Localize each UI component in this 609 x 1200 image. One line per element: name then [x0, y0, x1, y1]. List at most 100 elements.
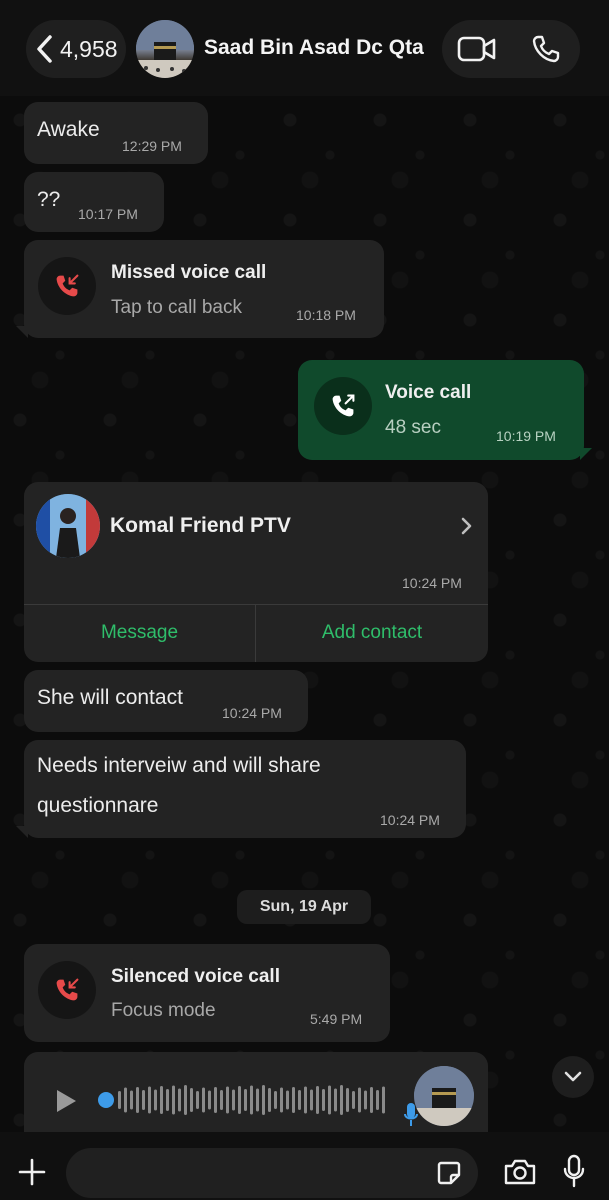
waveform-bar: [322, 1089, 325, 1111]
waveform-bar: [160, 1086, 163, 1114]
sticker-icon: [437, 1161, 461, 1185]
waveform-bar: [340, 1085, 343, 1115]
waveform-bar: [370, 1087, 373, 1113]
voice-waveform[interactable]: [96, 1080, 386, 1120]
voice-call-icon: [532, 35, 559, 63]
message-time: 10:24 PM: [222, 705, 282, 721]
video-call-button[interactable]: [442, 20, 511, 78]
voice-note-sender-avatar: [414, 1066, 474, 1126]
waveform-bar: [130, 1090, 133, 1110]
call-title: Voice call: [385, 382, 472, 403]
waveform-bar: [184, 1085, 187, 1115]
waveform-bar: [166, 1089, 169, 1111]
incoming-message[interactable]: Needs interveiw and will share questionn…: [24, 740, 466, 838]
waveform-bar: [292, 1087, 295, 1113]
incoming-message[interactable]: ?? 10:17 PM: [24, 172, 164, 232]
message-input[interactable]: [66, 1148, 478, 1198]
incoming-message[interactable]: Awake 12:29 PM: [24, 102, 208, 164]
waveform-bar: [196, 1091, 199, 1109]
message-text: She will contact: [37, 686, 183, 709]
call-title: Missed voice call: [111, 262, 267, 283]
contact-avatar[interactable]: [136, 20, 194, 78]
waveform-bar: [208, 1090, 211, 1110]
waveform-bar: [280, 1087, 283, 1113]
avatar-image: [136, 20, 194, 78]
waveform-bar: [316, 1086, 319, 1114]
bubble-tail: [580, 448, 592, 460]
chevron-left-icon: [37, 35, 52, 63]
avatar-image: [414, 1066, 474, 1126]
scroll-to-bottom-button[interactable]: [552, 1056, 594, 1098]
waveform-bar: [232, 1089, 235, 1111]
waveform-bar: [148, 1086, 151, 1114]
incoming-message[interactable]: She will contact 10:24 PM: [24, 670, 308, 732]
back-button[interactable]: 4,958: [26, 20, 126, 78]
camera-icon: [504, 1159, 536, 1185]
missed-call-message[interactable]: Missed voice call Tap to call back 10:18…: [24, 240, 384, 338]
message-time: 10:24 PM: [380, 812, 440, 828]
contact-name[interactable]: Saad Bin Asad Dc Qta: [204, 36, 424, 60]
bubble-tail: [16, 326, 28, 338]
waveform-bar: [154, 1089, 157, 1111]
chevron-down-icon: [564, 1071, 582, 1082]
call-actions: [442, 20, 580, 78]
unread-count: 4,958: [60, 35, 118, 62]
avatar-image: [36, 494, 100, 558]
message-text: ??: [37, 188, 61, 211]
message-time: 10:24 PM: [402, 575, 462, 591]
outgoing-call-message[interactable]: Voice call 48 sec 10:19 PM: [298, 360, 584, 460]
waveform-bar: [376, 1090, 379, 1110]
waveform-bar: [244, 1089, 247, 1111]
call-subtitle: Tap to call back: [111, 297, 242, 318]
waveform-bar: [124, 1087, 127, 1113]
bubble-tail: [16, 826, 28, 838]
message-contact-button[interactable]: Message: [24, 604, 255, 662]
waveform-bar: [178, 1088, 181, 1112]
camera-button[interactable]: [500, 1152, 540, 1192]
waveform-bar: [286, 1090, 289, 1110]
waveform-bar: [136, 1087, 139, 1113]
call-title: Silenced voice call: [111, 966, 280, 987]
waveform-bar: [220, 1090, 223, 1110]
play-icon[interactable]: [54, 1088, 78, 1114]
voice-record-button[interactable]: [556, 1150, 592, 1192]
waveform-bar: [346, 1088, 349, 1112]
waveform-bar: [298, 1090, 301, 1110]
waveform-bar: [310, 1089, 313, 1111]
silenced-call-message[interactable]: Silenced voice call Focus mode 5:49 PM: [24, 944, 390, 1042]
waveform-bar: [262, 1085, 265, 1115]
attach-button[interactable]: [14, 1154, 50, 1190]
waveform-bar: [274, 1091, 277, 1109]
message-time: 5:49 PM: [310, 1011, 363, 1027]
waveform-bar: [358, 1087, 361, 1113]
voice-note-message[interactable]: [24, 1052, 488, 1132]
waveform-bar: [256, 1088, 259, 1112]
waveform-bar: [190, 1088, 193, 1112]
waveform-bar: [118, 1091, 121, 1109]
chat-header: 4,958 Saad Bin Asad Dc Qta: [0, 0, 609, 96]
shared-contact-avatar[interactable]: [36, 494, 100, 558]
chevron-right-icon[interactable]: [460, 516, 474, 536]
message-time: 10:18 PM: [296, 307, 356, 323]
video-call-icon: [457, 36, 495, 62]
voice-call-button[interactable]: [511, 20, 580, 78]
waveform-bar: [226, 1086, 229, 1114]
plus-icon: [18, 1158, 46, 1186]
message-text-line: questionnare: [37, 794, 159, 817]
microphone-icon: [563, 1154, 585, 1188]
add-contact-button[interactable]: Add contact: [256, 604, 488, 662]
date-divider: Sun, 19 Apr: [237, 890, 371, 924]
outgoing-call-icon: [314, 377, 372, 435]
waveform-bar: [304, 1086, 307, 1114]
waveform-bar: [334, 1088, 337, 1112]
shared-contact-name[interactable]: Komal Friend PTV: [110, 514, 291, 538]
waveform-bar: [214, 1087, 217, 1113]
message-time: 10:17 PM: [78, 206, 138, 222]
waveform-bar: [202, 1087, 205, 1113]
sticker-button[interactable]: [434, 1158, 464, 1188]
waveform-bar: [364, 1090, 367, 1110]
waveform-bar: [382, 1086, 385, 1114]
message-time: 12:29 PM: [122, 138, 182, 154]
call-subtitle: Focus mode: [111, 1000, 216, 1021]
call-subtitle: 48 sec: [385, 417, 441, 438]
